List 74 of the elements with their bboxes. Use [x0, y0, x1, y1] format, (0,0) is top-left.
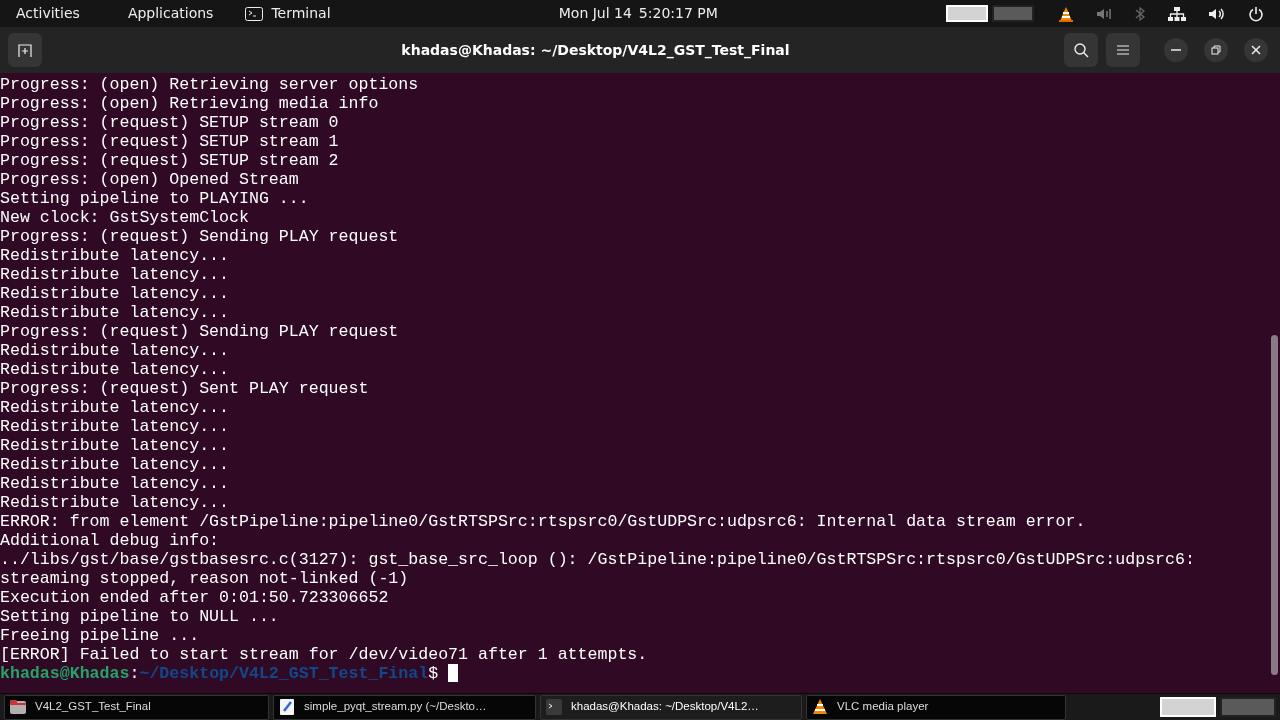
terminal-icon — [545, 698, 563, 716]
taskbar-item[interactable]: simple_pyqt_stream.py (~/Deskto… — [273, 694, 536, 720]
terminal-line: Redistribute latency... — [0, 246, 231, 265]
terminal-line: Redistribute latency... — [0, 455, 231, 474]
restore-button[interactable] — [1204, 38, 1228, 62]
terminal-line: Progress: (open) Retrieving server options — [0, 75, 420, 94]
terminal-line: Progress: (request) SETUP stream 2 — [0, 151, 340, 170]
taskbar-label: simple_pyqt_stream.py (~/Deskto… — [304, 699, 487, 715]
close-button[interactable] — [1244, 38, 1268, 62]
terminal-line: Redistribute latency... — [0, 284, 231, 303]
terminal-line: Progress: (open) Retrieving media info — [0, 94, 380, 113]
search-button[interactable] — [1064, 33, 1098, 67]
scrollbar-thumb[interactable] — [1271, 335, 1278, 675]
bluetooth-icon[interactable] — [1134, 5, 1146, 22]
traffic-cone-icon[interactable] — [1058, 5, 1074, 22]
terminal-line: Progress: (request) SETUP stream 0 — [0, 113, 340, 132]
terminal-line: Additional debug info: — [0, 531, 221, 550]
app-menu[interactable]: Terminal — [271, 3, 331, 24]
workspace-thumbnail[interactable] — [992, 5, 1034, 22]
prompt-separator: : — [129, 664, 140, 683]
taskbar-label: VLC media player — [837, 699, 929, 715]
terminal-line: [ERROR] Failed to start stream for /dev/video71 after 1 attempts. — [0, 645, 649, 664]
prompt-path: ~/Desktop/V4L2_GST_Test_Final — [139, 664, 429, 683]
terminal-line: Progress: (request) Sent PLAY request — [0, 379, 370, 398]
terminal-line: Redistribute latency... — [0, 360, 231, 379]
terminal-line: Progress: (request) SETUP stream 1 — [0, 132, 340, 151]
applications-menu[interactable]: Applications — [127, 3, 214, 24]
window-title: khadas@Khadas: ~/Desktop/V4L2_GST_Test_Final — [400, 40, 791, 61]
activities-button[interactable]: Activities — [16, 3, 80, 24]
text-cursor — [448, 664, 459, 682]
restore-icon — [1211, 45, 1221, 55]
taskbar-label: khadas@Khadas: ~/Desktop/V4L2… — [571, 699, 759, 715]
terminal-line: Execution ended after 0:01:50.723306652 — [0, 588, 390, 607]
taskbar-label: V4L2_GST_Test_Final — [35, 699, 151, 715]
terminal-line: ../libs/gst/base/gstbasesrc.c(3127): gst_base_src_loop (): /GstPipeline:pipeline0/GstRTSPSrc:rtspsrc0/GstUDPSrc:udpsrc6: — [0, 550, 1196, 569]
prompt-user: khadas@Khadas — [0, 664, 130, 683]
terminal-line: Progress: (request) Sending PLAY request — [0, 227, 400, 246]
terminal-line: Freeing pipeline ... — [0, 626, 201, 645]
close-icon — [1251, 45, 1261, 55]
volume-icon[interactable] — [1208, 5, 1226, 22]
terminal-line: Setting pipeline to PLAYING ... — [0, 189, 310, 208]
terminal-line: Redistribute latency... — [0, 436, 231, 455]
terminal-line: Redistribute latency... — [0, 493, 231, 512]
menu-button[interactable] — [1106, 33, 1140, 67]
terminal-line: Redistribute latency... — [0, 265, 231, 284]
prompt-symbol: $ — [428, 664, 439, 683]
minimize-button[interactable] — [1164, 38, 1188, 62]
terminal-line: Redistribute latency... — [0, 341, 231, 360]
taskbar-item[interactable]: VLC media player — [806, 694, 1066, 720]
folder-icon — [9, 698, 27, 716]
terminal-line: Redistribute latency... — [0, 417, 231, 436]
terminal-line: Redistribute latency... — [0, 474, 231, 493]
new-tab-button[interactable] — [8, 33, 42, 67]
terminal-line: streaming stopped, reason not-linked (-1) — [0, 569, 410, 588]
search-icon — [1073, 42, 1089, 58]
traffic-cone-icon — [811, 698, 829, 716]
taskbar-item[interactable]: khadas@Khadas: ~/Desktop/V4L2… — [540, 694, 802, 720]
menu-icon — [1116, 44, 1130, 56]
power-icon[interactable] — [1248, 5, 1264, 22]
terminal-line: New clock: GstSystemClock — [0, 208, 250, 227]
terminal-line: Progress: (open) Opened Stream — [0, 170, 300, 189]
terminal-icon[interactable] — [245, 6, 264, 21]
minimize-icon — [1171, 49, 1181, 51]
terminal-line: Redistribute latency... — [0, 398, 231, 417]
new-tab-icon — [17, 42, 33, 58]
terminal-line: ERROR: from element /GstPipeline:pipeline0/GstRTSPSrc:rtspsrc0/GstUDPSrc:udpsrc6: Internal data stream error. — [0, 512, 1087, 531]
taskbar-item[interactable]: V4L2_GST_Test_Final — [4, 694, 269, 720]
clock[interactable]: Mon Jul 14 5:20:17 PM — [330, 3, 946, 24]
terminal-line: Progress: (request) Sending PLAY request — [0, 322, 400, 341]
workspace-thumbnail[interactable] — [1220, 697, 1276, 717]
text-editor-icon — [278, 698, 296, 716]
terminal-line: Setting pipeline to NULL ... — [0, 607, 280, 626]
terminal-line: Redistribute latency... — [0, 303, 231, 322]
network-icon[interactable] — [1168, 5, 1186, 22]
